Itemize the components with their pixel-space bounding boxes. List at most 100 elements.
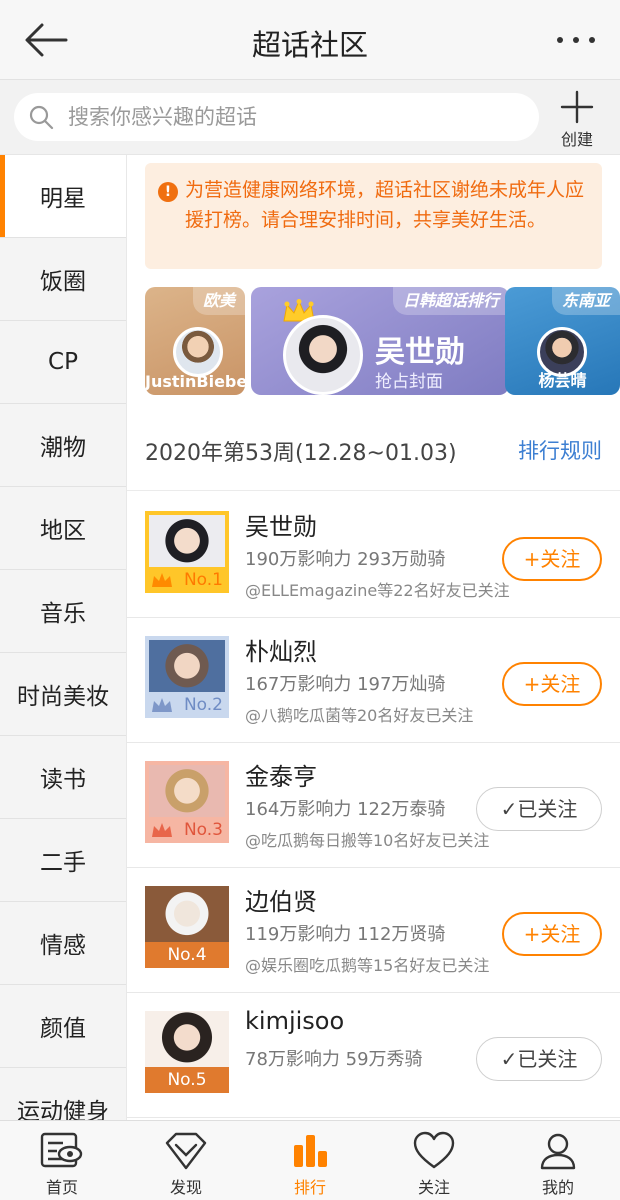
- category-sidebar: 明星 饭圈 CP 潮物 地区 音乐 时尚美妆 读书 二手 情感 颜值 运动健身: [0, 155, 127, 1120]
- person-icon: [540, 1133, 576, 1170]
- ranking-list: No.1 吴世勋 190万影响力 293万勋骑 @ELLEmagazine等22…: [127, 493, 620, 1118]
- ranking-card-jpkr[interactable]: 日韩超话排行 吴世勋 抢占封面: [251, 287, 509, 395]
- sidebar-item-region[interactable]: 地区: [0, 487, 126, 570]
- tab-home[interactable]: 首页: [0, 1121, 124, 1200]
- tab-discover[interactable]: 发现: [124, 1121, 248, 1200]
- sidebar-item-trendy[interactable]: 潮物: [0, 404, 126, 487]
- star-stats: 78万影响力 59万秀骑: [245, 1049, 423, 1070]
- notice-text: 为营造健康网络环境，超话社区谢绝未成年人应援打榜。请合理安排时间，共享美好生活。: [185, 179, 585, 231]
- warning-icon: !: [158, 182, 178, 202]
- list-item[interactable]: No.1 吴世勋 190万影响力 293万勋骑 @ELLEmagazine等22…: [127, 493, 620, 618]
- following-button[interactable]: ✓已关注: [476, 787, 602, 831]
- ranking-card-southeast-asia[interactable]: 东南亚 杨芸晴: [505, 287, 620, 395]
- follow-button[interactable]: +关注: [502, 912, 602, 956]
- friends-following: @娱乐圈吃瓜鹅等15名好友已关注: [245, 956, 490, 975]
- star-stats: 119万影响力 112万贤骑: [245, 924, 446, 945]
- friends-following: @八鹅吃瓜菌等20名好友已关注: [245, 706, 474, 725]
- week-label: 2020年第53周(12.28~01.03): [145, 441, 457, 466]
- card-subtitle: 抢占封面: [375, 372, 443, 392]
- tab-label: 关注: [417, 1178, 450, 1197]
- rank-thumbnail: No.5: [145, 1011, 229, 1093]
- rank-badge: No.5: [145, 1067, 229, 1093]
- more-dots-icon: [557, 37, 595, 43]
- sidebar-item-looks[interactable]: 颜值: [0, 985, 126, 1068]
- rank-badge: No.2: [145, 692, 229, 718]
- minor-notice-banner: ! 为营造健康网络环境，超话社区谢绝未成年人应援打榜。请合理安排时间，共享美好生…: [145, 163, 602, 269]
- ranking-bars-icon: [294, 1135, 327, 1167]
- sidebar-item-cp[interactable]: CP: [0, 321, 126, 404]
- following-button[interactable]: ✓已关注: [476, 1037, 602, 1081]
- page-title: 超话社区: [251, 28, 368, 62]
- star-name: 吴世勋: [245, 513, 317, 541]
- rank-number: No.2: [183, 695, 223, 715]
- tab-profile[interactable]: 我的: [496, 1121, 620, 1200]
- search-icon: [29, 105, 54, 130]
- star-stats: 164万影响力 122万泰骑: [245, 799, 446, 820]
- sidebar-item-secondhand[interactable]: 二手: [0, 819, 126, 902]
- star-stats: 167万影响力 197万灿骑: [245, 674, 446, 695]
- tab-label: 发现: [169, 1178, 202, 1197]
- ranking-card-western[interactable]: 欧美 JustinBieber: [145, 287, 245, 395]
- region-ranking-carousel: 欧美 JustinBieber 日韩超话排行 吴世勋 抢占封面 东南亚 杨芸晴: [127, 287, 620, 395]
- sidebar-item-fitness[interactable]: 运动健身: [0, 1068, 126, 1120]
- tab-ranking[interactable]: 排行: [248, 1121, 372, 1200]
- sidebar-item-music[interactable]: 音乐: [0, 570, 126, 653]
- sidebar-item-stars[interactable]: 明星: [0, 155, 126, 238]
- sidebar-item-fandom[interactable]: 饭圈: [0, 238, 126, 321]
- search-input[interactable]: [68, 101, 508, 133]
- rank-thumbnail: No.2: [145, 636, 229, 718]
- follow-button[interactable]: +关注: [502, 537, 602, 581]
- create-button[interactable]: 创建: [553, 90, 601, 149]
- star-name: 金泰亨: [245, 763, 317, 791]
- avatar: [149, 515, 225, 571]
- card-name: 吴世勋: [375, 335, 465, 370]
- sidebar-item-reading[interactable]: 读书: [0, 736, 126, 819]
- home-eye-icon: [40, 1132, 83, 1168]
- avatar: [149, 640, 225, 696]
- tab-label: 我的: [541, 1178, 574, 1197]
- list-item[interactable]: No.2 朴灿烈 167万影响力 197万灿骑 @八鹅吃瓜菌等20名好友已关注 …: [127, 618, 620, 743]
- search-box[interactable]: [14, 93, 539, 141]
- star-name: 朴灿烈: [245, 638, 317, 666]
- card-tag: 欧美: [192, 287, 245, 315]
- avatar: [173, 327, 223, 377]
- friends-following: @吃瓜鹅每日搬等10名好友已关注: [245, 831, 490, 850]
- rank-badge: No.4: [145, 942, 229, 968]
- super-topic-community-screen: 超话社区 创建 明星 饭圈 CP 潮物 地区 音乐 时尚美妆: [0, 0, 620, 1200]
- crown-icon: [152, 823, 172, 837]
- list-item[interactable]: No.3 金泰亨 164万影响力 122万泰骑 @吃瓜鹅每日搬等10名好友已关注…: [127, 743, 620, 868]
- avatar: [145, 1011, 229, 1071]
- star-name: kimjisoo: [245, 1007, 345, 1035]
- plus-icon: [560, 90, 594, 124]
- avatar: [149, 765, 225, 821]
- star-name: 边伯贤: [245, 888, 317, 916]
- list-item[interactable]: No.5 kimjisoo 78万影响力 59万秀骑 ✓已关注: [127, 993, 620, 1118]
- rank-thumbnail: No.4: [145, 886, 229, 968]
- tab-following[interactable]: 关注: [372, 1121, 496, 1200]
- sidebar-item-fashion[interactable]: 时尚美妆: [0, 653, 126, 736]
- ranking-rules-link[interactable]: 排行规则: [518, 435, 602, 465]
- rank-thumbnail: No.3: [145, 761, 229, 843]
- follow-button[interactable]: +关注: [502, 662, 602, 706]
- card-tag: 东南亚: [551, 287, 620, 315]
- main-content: ! 为营造健康网络环境，超话社区谢绝未成年人应援打榜。请合理安排时间，共享美好生…: [127, 155, 620, 1120]
- search-row: 创建: [0, 80, 620, 155]
- bottom-tab-bar: 首页 发现 排行 关注 我的: [0, 1120, 620, 1200]
- avatar: [145, 886, 229, 946]
- card-name: 杨芸晴: [538, 371, 587, 390]
- tab-label: 首页: [45, 1178, 78, 1197]
- rank-number: No.4: [167, 945, 207, 965]
- card-name: JustinBieber: [145, 372, 245, 391]
- tab-label: 排行: [293, 1178, 326, 1197]
- heart-icon: [413, 1131, 455, 1169]
- sidebar-item-emotion[interactable]: 情感: [0, 902, 126, 985]
- rank-thumbnail: No.1: [145, 511, 229, 593]
- rank-number: No.1: [183, 570, 223, 590]
- crown-icon: [152, 573, 172, 587]
- rank-badge: No.1: [145, 567, 229, 593]
- list-item[interactable]: No.4 边伯贤 119万影响力 112万贤骑 @娱乐圈吃瓜鹅等15名好友已关注…: [127, 868, 620, 993]
- more-button[interactable]: [552, 28, 600, 52]
- star-stats: 190万影响力 293万勋骑: [245, 549, 446, 570]
- rank-number: No.3: [183, 820, 223, 840]
- create-label: 创建: [560, 130, 593, 149]
